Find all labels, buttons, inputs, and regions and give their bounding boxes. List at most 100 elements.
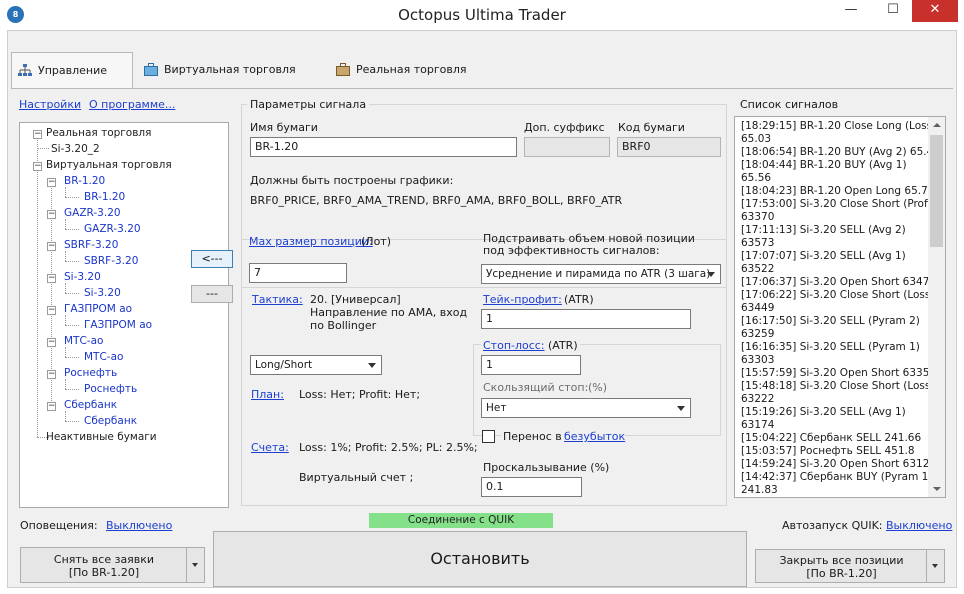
list-item[interactable]: 63370 — [741, 211, 929, 224]
tactics-link[interactable]: Тактика: — [252, 293, 303, 306]
tree-node-real-trading[interactable]: Реальная торговля — [46, 127, 151, 140]
collapse-icon[interactable]: − — [47, 242, 56, 251]
list-item[interactable]: 63303 — [741, 354, 929, 367]
list-item[interactable]: [17:53:00] Si-3.20 Close Short (Profit) — [741, 198, 929, 211]
tree-leaf-instrument[interactable]: BR-1.20 — [84, 191, 125, 204]
list-item[interactable]: [17:07:07] Si-3.20 SELL (Avg 1) — [741, 250, 929, 263]
scroll-thumb[interactable] — [930, 135, 943, 247]
collapse-icon[interactable]: − — [47, 274, 56, 283]
collapse-icon[interactable]: − — [47, 306, 56, 315]
collapse-icon[interactable]: − — [47, 402, 56, 411]
tab-virtual-trading[interactable]: Виртуальная торговля — [138, 52, 318, 88]
tree-leaf-instrument[interactable]: ГАЗПРОМ ао — [84, 319, 152, 332]
tree-node-group[interactable]: Si-3.20 — [64, 271, 101, 284]
collapse-icon[interactable]: − — [47, 210, 56, 219]
suffix-field[interactable] — [524, 137, 610, 157]
collapse-icon[interactable]: − — [33, 130, 42, 139]
tree-node-group[interactable]: Роснефть — [64, 367, 117, 380]
tree-node-inactive[interactable]: Неактивные бумаги — [46, 431, 157, 444]
list-item[interactable]: 63573 — [741, 237, 929, 250]
scroll-up-icon[interactable] — [933, 123, 941, 127]
tree-node-group[interactable]: SBRF-3.20 — [64, 239, 118, 252]
dropdown-toggle[interactable] — [186, 548, 204, 582]
direction-select[interactable]: Long/Short — [250, 355, 382, 375]
slippage-field[interactable]: 0.1 — [481, 477, 582, 497]
tree-node-group[interactable]: ГАЗПРОМ ао — [64, 303, 132, 316]
tree-leaf-instrument[interactable]: МТС-ао — [84, 351, 123, 364]
list-item[interactable]: 65.56 — [741, 172, 929, 185]
tree-leaf-instrument[interactable]: Роснефть — [84, 383, 137, 396]
title-bar[interactable]: 8 Octopus Ultima Trader — ☐ ✕ — [0, 0, 964, 30]
list-item[interactable]: [16:16:35] Si-3.20 SELL (Pyram 1) — [741, 341, 929, 354]
list-item[interactable]: [14:59:24] Si-3.20 Open Short 63125 — [741, 458, 929, 471]
max-size-link[interactable]: Мах размер позиции: — [249, 235, 373, 248]
list-item[interactable]: [14:42:37] Сбербанк BUY (Pyram 1) — [741, 471, 929, 484]
accounts-link[interactable]: Счета: — [251, 441, 289, 454]
tree-node-group[interactable]: Сбербанк — [64, 399, 117, 412]
take-profit-field[interactable]: 1 — [481, 309, 691, 329]
collapse-icon[interactable]: − — [47, 370, 56, 379]
minimize-button[interactable]: — — [830, 0, 872, 22]
list-item[interactable]: 63522 — [741, 263, 929, 276]
tree-leaf-si-3-20-2[interactable]: Si-3.20_2 — [51, 143, 100, 156]
list-item[interactable]: [15:19:26] Si-3.20 SELL (Avg 1) — [741, 406, 929, 419]
move-left-button[interactable]: <--- — [191, 250, 233, 268]
tree-node-group[interactable]: BR-1.20 — [64, 175, 105, 188]
list-item[interactable]: [18:06:54] BR-1.20 BUY (Avg 2) 65.4 — [741, 146, 929, 159]
tree-leaf-instrument[interactable]: SBRF-3.20 — [84, 255, 138, 268]
list-item[interactable]: [15:48:18] Si-3.20 Close Short (Loss) — [741, 380, 929, 393]
stop-loss-link[interactable]: Стоп-лосс: — [481, 339, 547, 352]
tree-node-group[interactable]: GAZR-3.20 — [64, 207, 121, 220]
tab-control[interactable]: Управление — [11, 52, 133, 88]
collapse-icon[interactable]: − — [47, 338, 56, 347]
plan-link[interactable]: План: — [251, 388, 284, 401]
tab-real-trading[interactable]: Реальная торговля — [330, 52, 510, 88]
list-item[interactable]: [18:29:15] BR-1.20 Close Long (Loss) — [741, 120, 929, 133]
tree-node-group[interactable]: МТС-ао — [64, 335, 103, 348]
instrument-tree[interactable]: − Реальная торговля Si-3.20_2 − Виртуаль… — [19, 122, 229, 508]
maximize-button[interactable]: ☐ — [872, 0, 914, 22]
trailing-stop-select[interactable]: Нет — [481, 398, 691, 418]
collapse-icon[interactable]: − — [33, 162, 42, 171]
autostart-link[interactable]: Выключено — [886, 519, 952, 532]
list-item[interactable]: [18:04:44] BR-1.20 BUY (Avg 1) — [741, 159, 929, 172]
list-item[interactable]: [17:06:22] Si-3.20 Close Short (Loss) — [741, 289, 929, 302]
list-item[interactable]: 63222 — [741, 393, 929, 406]
list-item[interactable]: [17:11:13] Si-3.20 SELL (Avg 2) — [741, 224, 929, 237]
scroll-down-icon[interactable] — [933, 487, 941, 491]
list-item[interactable]: [17:06:37] Si-3.20 Open Short 63479 — [741, 276, 929, 289]
dropdown-toggle[interactable] — [926, 550, 944, 582]
list-item[interactable]: 241.83 — [741, 484, 929, 497]
close-positions-button[interactable]: Закрыть все позиции [По BR-1.20] — [755, 549, 945, 583]
max-size-field[interactable]: 7 — [249, 263, 347, 283]
tree-leaf-instrument[interactable]: Si-3.20 — [84, 287, 121, 300]
list-item[interactable]: [18:04:23] BR-1.20 Open Long 65.73 — [741, 185, 929, 198]
list-item[interactable]: [15:57:59] Si-3.20 Open Short 63350 — [741, 367, 929, 380]
collapse-icon[interactable]: − — [47, 178, 56, 187]
tree-node-virtual-trading[interactable]: Виртуальная торговля — [46, 159, 172, 172]
list-item[interactable]: 63259 — [741, 328, 929, 341]
take-profit-link[interactable]: Тейк-профит: — [483, 293, 562, 306]
tree-leaf-instrument[interactable]: GAZR-3.20 — [84, 223, 141, 236]
close-button[interactable]: ✕ — [912, 0, 958, 22]
list-item[interactable]: [16:17:50] Si-3.20 SELL (Pyram 2) — [741, 315, 929, 328]
settings-link[interactable]: Настройки — [19, 98, 81, 111]
list-item[interactable]: 63449 — [741, 302, 929, 315]
breakeven-link[interactable]: безубыток — [564, 430, 626, 443]
name-field[interactable]: BR-1.20 — [250, 137, 517, 157]
list-item[interactable]: [15:04:22] Сбербанк SELL 241.66 — [741, 432, 929, 445]
list-item[interactable]: 63174 — [741, 419, 929, 432]
list-item[interactable]: [15:03:57] Роснефть SELL 451.8 — [741, 445, 929, 458]
stop-button[interactable]: Остановить — [213, 531, 747, 587]
stop-loss-field[interactable]: 1 — [481, 355, 581, 375]
breakeven-checkbox[interactable] — [482, 430, 495, 443]
cancel-orders-button[interactable]: Снять все заявки [По BR-1.20] — [20, 547, 205, 583]
about-link[interactable]: О программе... — [89, 98, 175, 111]
code-field[interactable]: BRF0 — [617, 137, 721, 157]
signal-list[interactable]: [18:29:15] BR-1.20 Close Long (Loss) 65.0… — [734, 116, 946, 498]
adjust-volume-select[interactable]: Усреднение и пирамида по ATR (3 шага) — [481, 264, 721, 284]
scrollbar[interactable] — [928, 117, 945, 497]
alerts-link[interactable]: Выключено — [106, 519, 172, 532]
tree-leaf-instrument[interactable]: Сбербанк — [84, 415, 137, 428]
list-item[interactable]: 65.03 — [741, 133, 929, 146]
